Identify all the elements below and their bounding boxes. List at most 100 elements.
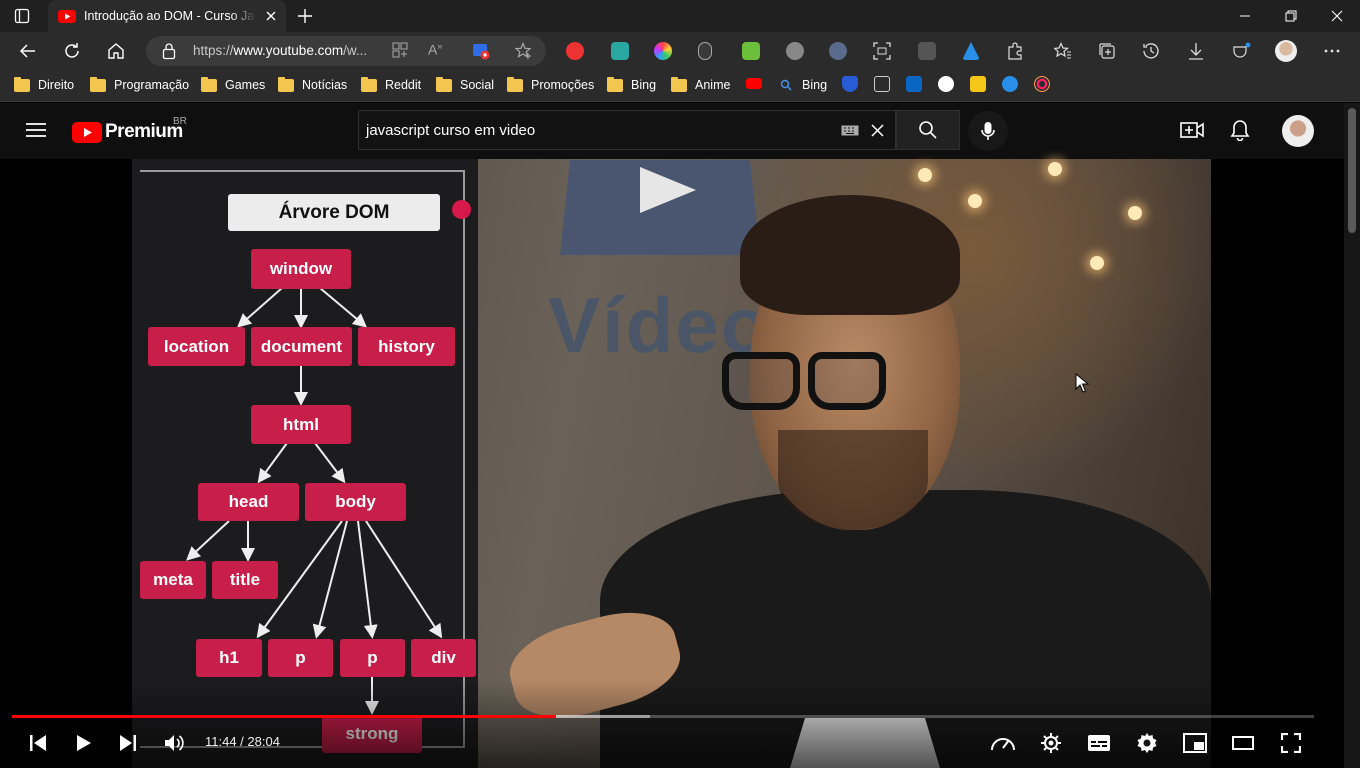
bookmark-youtube-icon[interactable] <box>746 78 762 89</box>
dom-node-div: div <box>411 639 476 677</box>
theater-mode-button[interactable] <box>1225 725 1261 761</box>
keyboard-icon[interactable] <box>841 125 859 136</box>
refresh-button[interactable] <box>58 37 86 65</box>
bookmark-label: Reddit <box>385 78 422 92</box>
downloads-icon[interactable] <box>1187 42 1205 60</box>
apps-icon[interactable] <box>392 42 408 58</box>
dom-node-window: window <box>251 249 351 289</box>
wall-play-icon <box>636 165 700 215</box>
bookmark-linkedin-icon[interactable] <box>906 76 922 92</box>
lock-icon[interactable] <box>162 42 176 60</box>
bookmark-folder-promocoes[interactable]: Promoções <box>507 75 594 95</box>
history-icon[interactable] <box>1142 42 1160 60</box>
bookmark-medal-icon[interactable] <box>842 76 858 92</box>
bookmark-github-icon[interactable] <box>938 76 954 92</box>
dom-node-body: body <box>305 483 406 521</box>
notifications-bell-icon[interactable] <box>1229 119 1251 141</box>
extension-translate-icon[interactable] <box>918 42 936 60</box>
extension-green-icon[interactable] <box>742 42 760 60</box>
settings-button[interactable] <box>1129 725 1165 761</box>
close-tab-icon[interactable] <box>264 9 278 23</box>
new-tab-button[interactable] <box>296 7 314 25</box>
search-query-text[interactable]: javascript curso em video <box>366 122 535 139</box>
back-button[interactable] <box>14 37 42 65</box>
extension-gray-icon[interactable] <box>786 42 804 60</box>
glasses-left-lens <box>722 352 800 410</box>
playback-speed-button[interactable] <box>985 725 1021 761</box>
extension-glasses-icon[interactable] <box>829 42 847 60</box>
collections-icon[interactable] <box>1098 42 1116 60</box>
extensions-puzzle-icon[interactable] <box>1006 42 1024 60</box>
bookmark-bing-search[interactable]: Bing <box>780 75 827 95</box>
read-aloud-icon[interactable]: A» <box>428 41 442 58</box>
bookmark-folder-direito[interactable]: Direito <box>14 75 74 95</box>
bookmark-box-icon[interactable] <box>874 76 890 92</box>
extension-mouse-icon[interactable] <box>698 42 712 60</box>
youtube-premium-logo[interactable]: Premium <box>72 121 183 143</box>
ambient-mode-button[interactable] <box>1033 725 1069 761</box>
folder-icon <box>14 76 30 92</box>
bookmark-blue-icon[interactable] <box>1002 76 1018 92</box>
bookmark-folder-programacao[interactable]: Programação <box>90 75 189 95</box>
extension-shield-icon[interactable] <box>472 42 490 60</box>
bookmark-folder-games[interactable]: Games <box>201 75 265 95</box>
bookmark-folder-anime[interactable]: Anime <box>671 75 730 95</box>
more-menu-icon[interactable] <box>1323 42 1341 60</box>
voice-search-button[interactable] <box>968 111 1008 151</box>
dom-node-p: p <box>340 639 405 677</box>
bookmark-target-icon[interactable] <box>1034 76 1050 92</box>
next-button[interactable] <box>110 725 146 761</box>
youtube-favicon-icon <box>58 9 76 23</box>
url-text[interactable]: https://www.youtube.com/w... <box>193 43 367 58</box>
volume-button[interactable] <box>157 725 193 761</box>
add-favorite-icon[interactable] <box>515 42 533 60</box>
miniplayer-icon <box>1183 733 1207 753</box>
browser-tab-active[interactable]: Introdução ao DOM - Curso JavaScript #12 <box>48 0 286 32</box>
dom-node-location: location <box>148 327 245 366</box>
presenter-beard <box>778 430 928 530</box>
screenshot-icon[interactable] <box>873 42 891 60</box>
mouse-cursor-icon <box>1075 373 1089 393</box>
sun-gear-icon <box>1041 733 1061 753</box>
extension-adblock-icon[interactable] <box>566 42 584 60</box>
search-button[interactable] <box>896 110 960 150</box>
bookmark-label: Bing <box>802 78 828 92</box>
folder-icon <box>361 76 377 92</box>
rewards-icon[interactable] <box>1231 42 1251 60</box>
scrollbar-thumb[interactable] <box>1348 108 1356 233</box>
favorites-icon[interactable] <box>1054 42 1072 60</box>
previous-button[interactable] <box>20 725 56 761</box>
bookmark-folder-bing[interactable]: Bing <box>607 75 656 95</box>
bookmark-folder-noticias[interactable]: Notícias <box>278 75 347 95</box>
youtube-logo-icon <box>72 121 102 143</box>
profile-avatar[interactable] <box>1275 40 1297 62</box>
dom-node-title: title <box>212 561 278 599</box>
fullscreen-button[interactable] <box>1273 725 1309 761</box>
folder-icon <box>436 76 452 92</box>
hamburger-menu-icon[interactable] <box>26 121 46 139</box>
gear-icon <box>1137 733 1157 753</box>
bookmark-folder-reddit[interactable]: Reddit <box>361 75 421 95</box>
folder-icon <box>607 76 623 92</box>
play-button[interactable] <box>66 725 102 761</box>
bookmark-yellow-icon[interactable] <box>970 76 986 92</box>
restore-button[interactable] <box>1268 0 1314 32</box>
miniplayer-button[interactable] <box>1177 725 1213 761</box>
close-window-button[interactable] <box>1314 0 1360 32</box>
home-button[interactable] <box>102 37 130 65</box>
extension-notes-icon[interactable] <box>611 42 629 60</box>
tab-actions-icon[interactable] <box>14 8 30 24</box>
dom-node-p: p <box>268 639 333 677</box>
search-icon <box>780 79 792 91</box>
clear-search-icon[interactable] <box>871 124 884 137</box>
play-icon <box>77 735 91 751</box>
folder-icon <box>278 76 294 92</box>
extension-color-icon[interactable] <box>654 42 672 60</box>
bookmark-folder-social[interactable]: Social <box>436 75 494 95</box>
create-video-icon[interactable] <box>1180 119 1204 141</box>
minimize-button[interactable] <box>1222 0 1268 32</box>
search-icon <box>919 121 937 139</box>
subtitles-button[interactable] <box>1081 725 1117 761</box>
bookmark-label: Social <box>460 78 495 92</box>
account-avatar[interactable] <box>1282 115 1314 147</box>
